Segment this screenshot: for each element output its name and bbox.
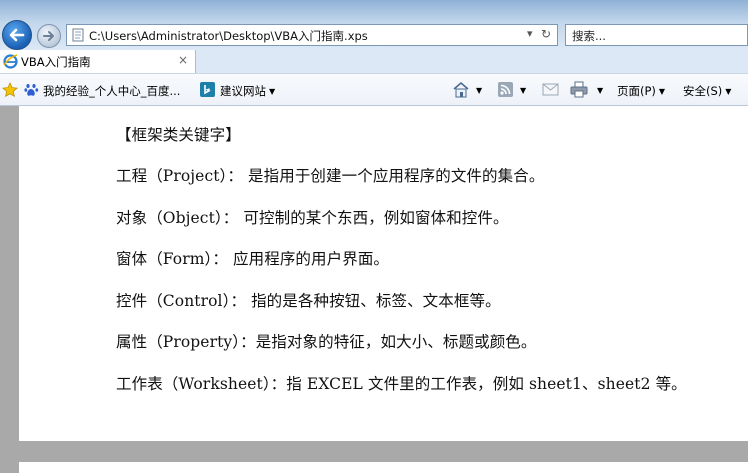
doc-line: 控件（Control）： 指的是各种按钮、标签、文本框等。: [116, 292, 501, 310]
tab-strip: VBA入门指南 ×: [0, 50, 748, 73]
refresh-icon[interactable]: ↻: [541, 27, 551, 41]
print-dropdown-icon[interactable]: ▼: [597, 86, 603, 95]
tab-active[interactable]: VBA入门指南 ×: [0, 50, 196, 73]
home-icon[interactable]: [452, 81, 470, 98]
back-button[interactable]: [2, 20, 32, 50]
favorite-link-suggested-sites[interactable]: 建议网站 ▼: [220, 83, 275, 99]
page-menu-label: 页面(P): [617, 84, 656, 98]
doc-heading: 【框架类关键字】: [116, 126, 241, 144]
document-next-page: [19, 462, 748, 473]
favorites-star-icon[interactable]: [2, 82, 18, 98]
feed-dropdown-icon[interactable]: ▼: [520, 86, 526, 95]
forward-button[interactable]: [37, 24, 61, 48]
tab-title: VBA入门指南: [21, 55, 91, 69]
printer-icon[interactable]: [570, 81, 588, 98]
address-bar[interactable]: C:\Users\Administrator\Desktop\VBA入门指南.x…: [66, 24, 558, 46]
mail-icon[interactable]: [542, 83, 559, 96]
arrow-right-icon: [43, 31, 54, 41]
baidu-paw-icon: [24, 82, 39, 97]
search-placeholder: 搜索...: [572, 29, 606, 43]
doc-line: 窗体（Form）： 应用程序的用户界面。: [116, 250, 390, 268]
home-dropdown-icon[interactable]: ▼: [476, 86, 482, 95]
search-box[interactable]: 搜索...: [565, 24, 748, 46]
doc-line: 对象（Object）： 可控制的某个东西，例如窗体和控件。: [116, 209, 509, 227]
doc-line: 属性（Property）：是指对象的特征，如大小、标题或颜色。: [116, 333, 537, 351]
ie-logo-icon: [3, 54, 18, 69]
doc-line: 工程（Project）： 是指用于创建一个应用程序的文件的集合。: [116, 167, 545, 185]
favorite-link-baidu[interactable]: 我的经验_个人中心_百度...: [43, 83, 180, 99]
arrow-left-icon: [9, 28, 25, 42]
address-text: C:\Users\Administrator\Desktop\VBA入门指南.x…: [89, 29, 368, 43]
chevron-down-icon: ▼: [725, 87, 732, 96]
page-menu[interactable]: 页面(P) ▼: [617, 83, 665, 99]
chevron-down-icon: ▼: [269, 87, 276, 96]
chevron-down-icon: ▼: [658, 87, 666, 96]
document-page-icon: [71, 28, 85, 42]
xps-document-viewport[interactable]: 【框架类关键字】 工程（Project）： 是指用于创建一个应用程序的文件的集合…: [0, 106, 748, 473]
safety-menu[interactable]: 安全(S) ▼: [683, 83, 731, 99]
favorites-bar: 我的经验_个人中心_百度... 建议网站 ▼ ▼ ▼ ▼ 页面(P) ▼ 安全(…: [0, 73, 748, 106]
doc-line: 工作表（Worksheet）：指 EXCEL 文件里的工作表，例如 sheet1…: [116, 375, 687, 393]
address-dropdown-icon[interactable]: ▾: [527, 27, 533, 40]
safety-menu-label: 安全(S): [683, 84, 723, 98]
rss-feed-icon[interactable]: [498, 82, 513, 97]
document-page: 【框架类关键字】 工程（Project）： 是指用于创建一个应用程序的文件的集合…: [19, 106, 748, 441]
browser-titlebar: C:\Users\Administrator\Desktop\VBA入门指南.x…: [0, 0, 748, 50]
suggested-sites-label: 建议网站: [220, 84, 266, 98]
close-tab-icon[interactable]: ×: [178, 53, 188, 67]
bing-icon: [200, 82, 215, 97]
